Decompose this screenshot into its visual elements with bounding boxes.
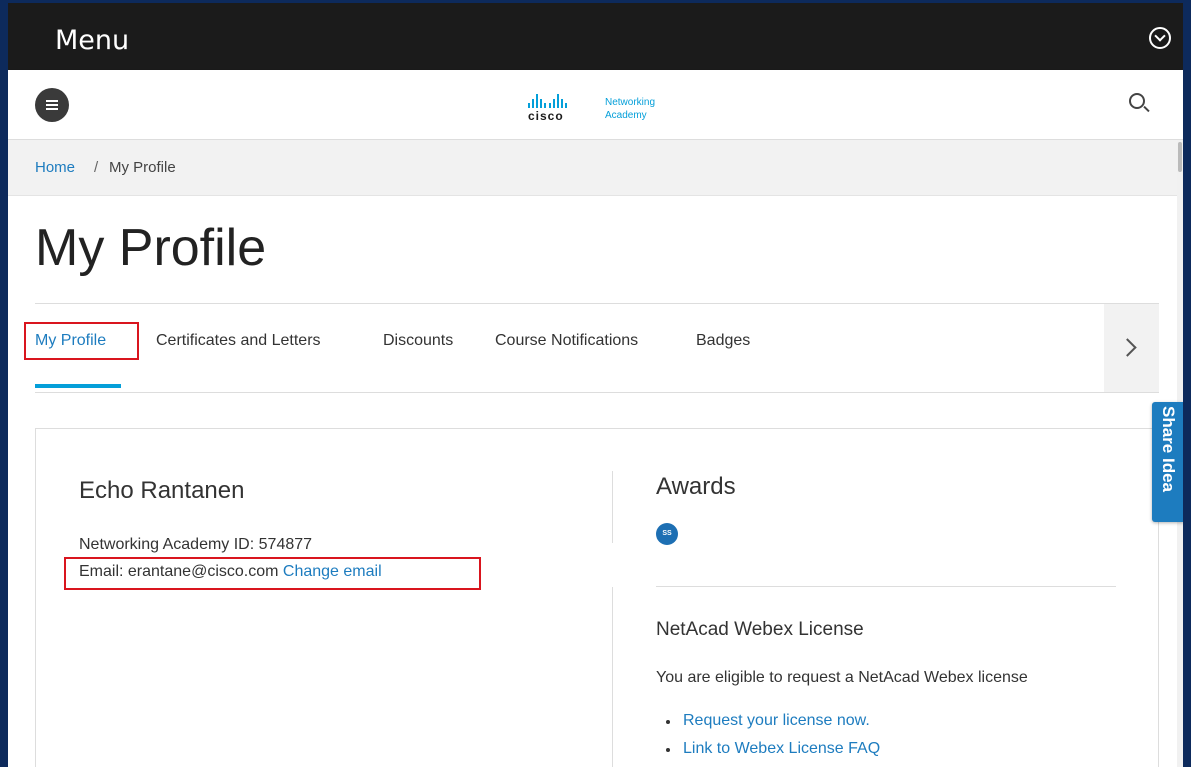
chevron-circle-down-icon[interactable] (1149, 27, 1171, 49)
active-tab-indicator (35, 384, 121, 388)
cisco-netacad-logo[interactable]: cisco Networking Academy (518, 94, 678, 128)
tab-discounts[interactable]: Discounts (383, 332, 453, 350)
tabs-divider (35, 392, 1159, 393)
tab-certificates-and-letters[interactable]: Certificates and Letters (156, 332, 321, 350)
awards-divider (656, 586, 1116, 587)
hamburger-menu-icon[interactable] (35, 88, 69, 122)
highlight-box-tab (24, 322, 139, 360)
awards-heading: Awards (656, 473, 736, 500)
webex-license-heading: NetAcad Webex License (656, 619, 864, 640)
scrollbar-thumb[interactable] (1178, 142, 1182, 172)
menu-bar: Menu (8, 0, 1183, 70)
logo-product: Networking Academy (605, 96, 655, 122)
breadcrumb-separator: / (94, 159, 99, 176)
tab-badges[interactable]: Badges (696, 332, 750, 350)
profile-name: Echo Rantanen (79, 477, 245, 504)
logo-product-line1: Networking (605, 97, 656, 108)
menu-title: Menu (55, 25, 130, 56)
breadcrumb-home-link[interactable]: Home (35, 159, 75, 176)
logo-product-line2: Academy (605, 110, 647, 121)
list-item: Request your license now. (656, 707, 880, 735)
site-header: cisco Networking Academy (8, 70, 1183, 140)
share-idea-label: Share Idea (1159, 406, 1178, 492)
academy-id-label: Networking Academy ID: (79, 536, 255, 553)
academy-id: Networking Academy ID: 574877 (79, 536, 312, 554)
academy-id-value: 574877 (258, 536, 313, 553)
search-icon[interactable] (1129, 93, 1145, 109)
page-title: My Profile (35, 219, 267, 277)
profile-card: Echo Rantanen Networking Academy ID: 574… (35, 428, 1159, 767)
cisco-bars-icon (518, 94, 590, 108)
breadcrumb-current: My Profile (109, 159, 176, 176)
award-badge-icon[interactable]: SS (656, 523, 678, 545)
request-license-link[interactable]: Request your license now. (683, 712, 870, 729)
tabs-next-arrow-icon[interactable] (1104, 304, 1159, 393)
browser-frame: Menu cisco Networking Academy Home / My … (8, 0, 1183, 767)
webex-faq-link[interactable]: Link to Webex License FAQ (683, 740, 880, 757)
breadcrumb: Home / My Profile (8, 140, 1183, 196)
share-idea-button[interactable]: Share Idea (1152, 402, 1183, 522)
webex-eligible-text: You are eligible to request a NetAcad We… (656, 669, 1028, 686)
column-divider (612, 471, 613, 543)
webex-links: Request your license now. Link to Webex … (656, 707, 880, 763)
list-item: Link to Webex License FAQ (656, 735, 880, 763)
logo-brand: cisco (528, 109, 564, 123)
highlight-box-email (64, 557, 481, 590)
divider (35, 303, 1159, 304)
tab-course-notifications[interactable]: Course Notifications (495, 332, 638, 350)
column-divider (612, 587, 613, 767)
